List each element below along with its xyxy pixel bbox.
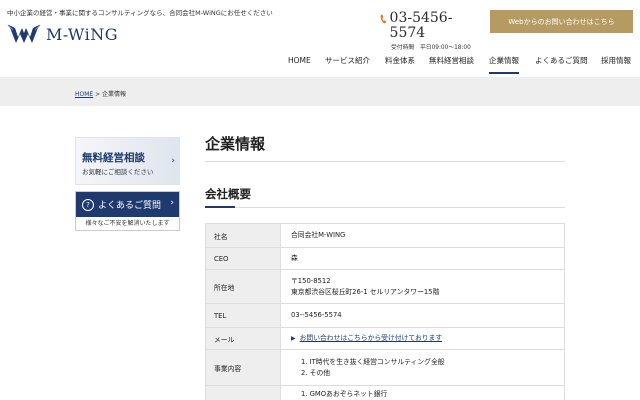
mail-cell: ▶ お問い合わせはこちらから受け付けております <box>280 327 565 350</box>
nav-home[interactable]: HOME <box>288 54 311 74</box>
table-row-partial: 1. GMOあおぞらネット銀行 <box>205 385 565 400</box>
address-value: 〒150-8512 東京都渋谷区桜丘町26-1 セルリアンタワー15階 <box>280 269 565 304</box>
company-name-value: 合同会社M-WING <box>280 223 565 248</box>
mail-label: メール <box>205 327 281 350</box>
ceo-value: 森 <box>280 247 565 270</box>
address-label: 所在地 <box>205 269 281 304</box>
tel-value: 03--5456-5574 <box>280 303 565 328</box>
global-nav: HOME サービス紹介 料金体系 無料経営相談 企業情報 よくあるご質問 採用情… <box>0 54 640 74</box>
chevron-right-icon: › <box>170 198 174 208</box>
site-logo[interactable]: M-WiNG <box>7 21 127 47</box>
business-hours: 受付時間 平日09:00〜18:00 <box>391 45 471 51</box>
table-row-company: 社名 合同会社M-WING <box>205 223 565 248</box>
phone-block: 03-5456-5574 受付時間 平日09:00〜18:00 <box>380 11 471 51</box>
faq-banner[interactable]: ? よくあるご質問 › 様々なご不安を解消いたします <box>75 191 180 231</box>
section-title: 会社概要 <box>205 187 251 201</box>
section-divider <box>205 207 565 208</box>
address-line: 東京都渋谷区桜丘町26-1 セルリアンタワー15階 <box>291 287 440 296</box>
nav-free-consultation[interactable]: 無料経営相談 <box>429 54 474 74</box>
ceo-label: CEO <box>205 247 281 270</box>
faq-banner-title: よくあるご質問 <box>98 201 162 211</box>
nav-services[interactable]: サービス紹介 <box>325 54 370 74</box>
business-value: 1. IT時代を生き抜く経営コンサルティング全般 2. その他 <box>280 349 565 386</box>
business-label: 事業内容 <box>205 349 281 386</box>
tel-label: TEL <box>205 303 281 328</box>
breadcrumb-separator: > <box>93 91 103 98</box>
wing-logo-icon <box>7 24 41 43</box>
faq-banner-subtitle: 様々なご不安を解消いたします <box>85 220 170 227</box>
breadcrumb: HOME > 企業情報 <box>75 89 126 98</box>
nav-pricing[interactable]: 料金体系 <box>385 54 415 74</box>
contact-form-link[interactable]: お問い合わせはこちらから受け付けております <box>300 334 443 342</box>
nav-recruit[interactable]: 採用情報 <box>601 54 631 74</box>
logo-text: M-WiNG <box>46 24 118 44</box>
partial-row-value: 1. GMOあおぞらネット銀行 <box>280 385 565 400</box>
consult-banner-title: 無料経営相談 <box>82 152 145 164</box>
phone-icon <box>380 14 387 24</box>
partial-row-label <box>205 385 281 400</box>
business-list: 1. IT時代を生き抜く経営コンサルティング全般 2. その他 <box>291 357 554 379</box>
arrow-right-icon: ▶ <box>291 335 296 342</box>
list-item: 2. その他 <box>301 368 331 377</box>
table-row-ceo: CEO 森 <box>205 247 565 270</box>
page-title-divider <box>205 161 565 162</box>
nav-faq[interactable]: よくあるご質問 <box>535 54 588 74</box>
company-overview-table: 社名 合同会社M-WING CEO 森 所在地 〒150-8512 東京都渋谷区… <box>205 223 565 400</box>
table-row-address: 所在地 〒150-8512 東京都渋谷区桜丘町26-1 セルリアンタワー15階 <box>205 269 565 304</box>
company-name-label: 社名 <box>205 223 281 248</box>
page-title: 企業情報 <box>205 135 266 153</box>
free-consultation-banner[interactable]: 無料経営相談 お気軽にご相談ください › <box>75 137 180 185</box>
phone-number[interactable]: 03-5456-5574 <box>390 11 470 40</box>
header-tagline: 中小企業の経営・事業に関するコンサルティングなら、合同会社M-WiNGにお任せく… <box>7 9 273 17</box>
section-accent-bar <box>205 206 235 208</box>
consult-banner-subtitle: お気軽にご相談ください <box>82 168 154 176</box>
breadcrumb-home-link[interactable]: HOME <box>75 91 93 98</box>
table-row-tel: TEL 03--5456-5574 <box>205 303 565 328</box>
table-row-mail: メール ▶ お問い合わせはこちらから受け付けております <box>205 327 565 350</box>
breadcrumb-bar: HOME > 企業情報 <box>0 77 640 106</box>
table-row-business: 事業内容 1. IT時代を生き抜く経営コンサルティング全般 2. その他 <box>205 349 565 386</box>
nav-company-info[interactable]: 企業情報 <box>489 54 519 74</box>
web-contact-button[interactable]: Webからのお問い合わせはこちら <box>490 10 633 33</box>
list-item: 1. IT時代を生き抜く経営コンサルティング全般 <box>301 357 445 366</box>
breadcrumb-current: 企業情報 <box>102 91 127 98</box>
address-postal: 〒150-8512 <box>291 276 331 285</box>
chevron-right-icon: › <box>171 156 175 166</box>
question-icon: ? <box>82 198 94 211</box>
partial-row-text: 1. GMOあおぞらネット銀行 <box>301 390 388 398</box>
